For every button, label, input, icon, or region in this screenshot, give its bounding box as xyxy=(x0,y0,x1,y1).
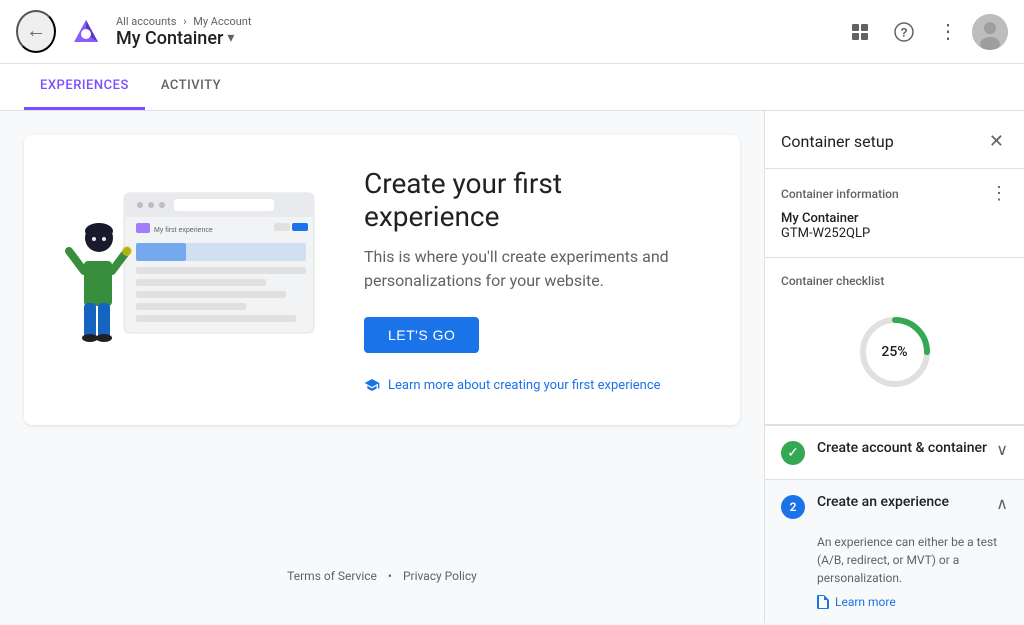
optimize-logo xyxy=(68,14,104,50)
sidebar: Container setup ✕ Container information … xyxy=(764,111,1024,623)
breadcrumb-all-accounts[interactable]: All accounts xyxy=(116,15,176,28)
checklist-label: Container checklist xyxy=(781,274,1008,288)
checklist-item-create-experience-desc: An experience can either be a test (A/B,… xyxy=(817,533,1008,587)
checklist-item-create-experience-chevron: ∧ xyxy=(996,494,1008,513)
grid-icon xyxy=(850,22,870,42)
checklist-item-create-experience[interactable]: 2 Create an experience ∧ An experience c… xyxy=(765,479,1024,623)
container-chevron-icon: ▾ xyxy=(227,30,234,46)
checklist-item-create-account[interactable]: ✓ Create account & container ∨ xyxy=(765,425,1024,479)
checklist-item-create-account-title: Create account & container xyxy=(817,440,996,456)
tabs-bar: EXPERIENCES ACTIVITY xyxy=(0,64,1024,111)
breadcrumb-account[interactable]: My Account xyxy=(193,15,251,28)
checklist-item-create-experience-learn-more-text: Learn more xyxy=(835,595,896,609)
checklist-item-create-account-chevron: ∨ xyxy=(996,440,1008,459)
app-title-area: All accounts › My Account My Container ▾ xyxy=(116,15,251,49)
breadcrumb-arrow: › xyxy=(183,15,186,28)
checklist-item-create-experience-row: 2 Create an experience ∧ xyxy=(781,494,1008,519)
sidebar-title: Container setup xyxy=(781,132,894,151)
welcome-content: Create your first experience This is whe… xyxy=(364,167,700,393)
content-area: My first experience xyxy=(0,111,764,623)
welcome-title: Create your first experience xyxy=(364,167,700,233)
svg-text:My first experience: My first experience xyxy=(154,227,213,234)
header: ← All accounts › My Account My Container… xyxy=(0,0,1024,64)
header-right: ? ⋮ xyxy=(840,12,1008,52)
more-button[interactable]: ⋮ xyxy=(928,12,968,52)
more-icon: ⋮ xyxy=(938,19,958,44)
header-left: ← All accounts › My Account My Container… xyxy=(16,10,840,53)
tab-experiences[interactable]: EXPERIENCES xyxy=(24,64,145,110)
learn-more-text: Learn more about creating your first exp… xyxy=(388,378,661,393)
container-name-header: My Container xyxy=(116,28,223,49)
container-info-label: Container information xyxy=(781,187,899,201)
apps-button[interactable] xyxy=(840,12,880,52)
footer-separator: • xyxy=(388,569,392,583)
doc-icon xyxy=(817,595,829,609)
checklist-item-create-experience-learn-more[interactable]: Learn more xyxy=(817,595,1008,609)
help-button[interactable]: ? xyxy=(884,12,924,52)
container-selector[interactable]: My Container ▾ xyxy=(116,28,251,49)
checklist-item-create-experience-expanded: An experience can either be a test (A/B,… xyxy=(781,527,1008,609)
learn-more-link[interactable]: Learn more about creating your first exp… xyxy=(364,377,700,393)
container-info-name: My Container xyxy=(781,211,1008,226)
privacy-link[interactable]: Privacy Policy xyxy=(403,569,477,583)
checklist-done-icon: ✓ xyxy=(781,441,805,465)
terms-link[interactable]: Terms of Service xyxy=(287,569,377,583)
welcome-card: My first experience xyxy=(24,135,740,425)
progress-text: 25% xyxy=(881,344,907,360)
main-layout: My first experience xyxy=(0,111,1024,623)
sidebar-header: Container setup ✕ xyxy=(765,111,1024,169)
avatar[interactable] xyxy=(972,14,1008,50)
breadcrumb: All accounts › My Account xyxy=(116,15,251,28)
help-icon: ? xyxy=(894,22,914,42)
checklist-section: Container checklist 25% xyxy=(765,258,1024,425)
welcome-illustration: My first experience xyxy=(64,183,324,377)
checklist-item-create-account-content: Create account & container xyxy=(817,440,996,456)
container-info-id: GTM-W252QLP xyxy=(781,226,1008,241)
footer: Terms of Service • Privacy Policy xyxy=(24,553,740,599)
checklist-active-icon: 2 xyxy=(781,495,805,519)
progress-container: 25% xyxy=(781,304,1008,408)
sidebar-close-button[interactable]: ✕ xyxy=(985,127,1008,156)
lets-go-button[interactable]: LET'S GO xyxy=(364,317,479,353)
welcome-description: This is where you'll create experiments … xyxy=(364,245,700,293)
checklist-item-create-experience-title: Create an experience xyxy=(817,494,996,510)
container-info-more-button[interactable]: ⋮ xyxy=(990,185,1008,203)
container-info-section: Container information ⋮ My Container GTM… xyxy=(765,169,1024,258)
user-avatar-image xyxy=(972,14,1008,50)
graduation-icon xyxy=(364,377,380,393)
container-info-header: Container information ⋮ xyxy=(781,185,1008,203)
progress-circle: 25% xyxy=(855,312,935,392)
tab-activity[interactable]: ACTIVITY xyxy=(145,64,237,110)
back-button[interactable]: ← xyxy=(16,10,56,53)
svg-text:?: ? xyxy=(900,25,907,39)
checklist-item-create-experience-content: Create an experience xyxy=(817,494,996,510)
